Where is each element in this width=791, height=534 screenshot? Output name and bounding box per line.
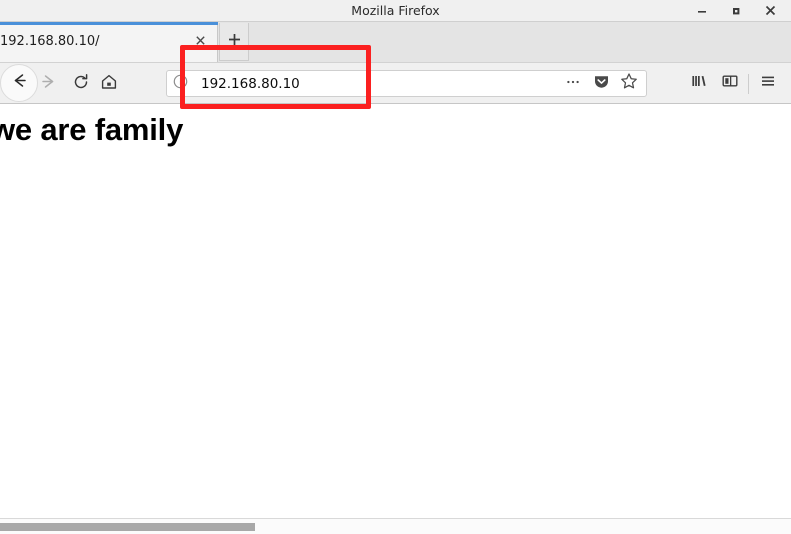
tab-192-168-80-10[interactable]: 192.168.80.10/ [0, 22, 218, 62]
sidebar-button[interactable] [714, 70, 745, 97]
url-bar[interactable]: 192.168.80.10 [166, 70, 647, 97]
library-button[interactable] [683, 70, 714, 97]
home-icon [100, 73, 118, 96]
tab-strip: 192.168.80.10/ [0, 22, 791, 62]
star-icon [620, 72, 638, 95]
sidebar-icon [721, 72, 739, 95]
forward-button[interactable] [35, 71, 61, 97]
navigation-toolbar: 192.168.80.10 [0, 62, 791, 104]
hamburger-menu-icon [759, 72, 777, 95]
page-actions-button[interactable] [560, 72, 586, 96]
toolbar-right-group [683, 70, 783, 97]
bookmark-button[interactable] [616, 72, 642, 96]
plus-icon [227, 32, 242, 52]
firefox-window: Mozilla Firefox 192.168.80.10/ 192.168.8… [0, 0, 791, 534]
tab-close-button[interactable] [191, 33, 209, 51]
close-icon [764, 4, 777, 17]
info-icon [173, 74, 188, 94]
window-title: Mozilla Firefox [351, 3, 440, 18]
url-input[interactable]: 192.168.80.10 [193, 76, 560, 92]
scrollbar-thumb[interactable] [0, 523, 255, 531]
horizontal-scrollbar[interactable] [0, 518, 791, 534]
toolbar-separator [748, 73, 749, 94]
pocket-button[interactable] [588, 72, 614, 96]
window-controls [685, 0, 787, 21]
arrow-left-icon [10, 71, 29, 95]
title-bar: Mozilla Firefox [0, 0, 791, 22]
menu-button[interactable] [752, 70, 783, 97]
page-content: we are family [0, 104, 791, 518]
close-icon [195, 33, 206, 51]
arrow-right-icon [39, 72, 58, 96]
reload-button[interactable] [68, 71, 94, 97]
url-bar-actions [560, 72, 646, 96]
new-tab-button[interactable] [219, 23, 249, 61]
close-button[interactable] [753, 0, 787, 21]
page-heading: we are family [0, 112, 184, 147]
back-button[interactable] [0, 64, 38, 102]
identity-icon[interactable] [167, 74, 193, 94]
ellipsis-icon [565, 73, 581, 94]
pocket-icon [593, 73, 610, 95]
maximize-button[interactable] [719, 0, 753, 21]
maximize-icon [730, 5, 742, 17]
reload-icon [72, 73, 90, 96]
minimize-icon [696, 5, 708, 17]
minimize-button[interactable] [685, 0, 719, 21]
home-button[interactable] [96, 71, 122, 97]
tab-label: 192.168.80.10/ [0, 34, 100, 49]
library-icon [690, 72, 708, 95]
